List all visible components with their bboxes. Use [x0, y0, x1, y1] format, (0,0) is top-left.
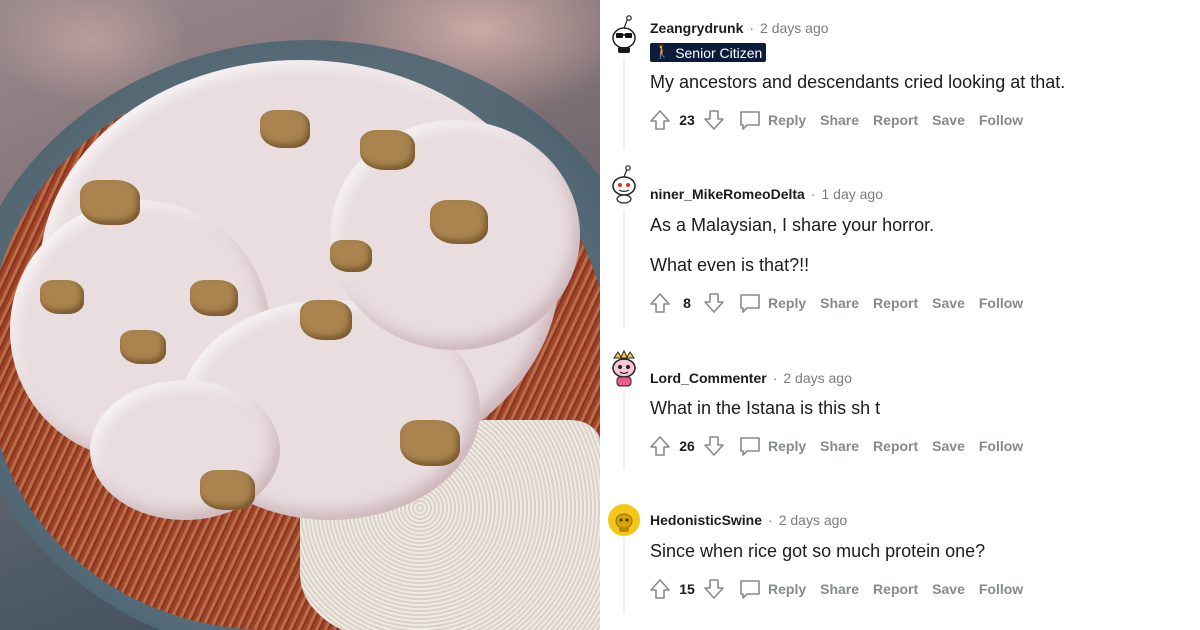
- thread-line[interactable]: [623, 538, 625, 614]
- thread-line[interactable]: [623, 210, 625, 328]
- upvote-icon[interactable]: [648, 291, 672, 315]
- comment: HedonisticSwine · 2 days ago Since when …: [600, 490, 1200, 630]
- comment-body: My ancestors and descendants cried looki…: [650, 72, 1066, 92]
- meat-chunk: [40, 280, 84, 314]
- reply-button[interactable]: Reply: [768, 295, 806, 311]
- report-button[interactable]: Report: [873, 112, 918, 128]
- comment-username[interactable]: HedonisticSwine: [650, 512, 762, 528]
- save-button[interactable]: Save: [932, 112, 965, 128]
- downvote-icon[interactable]: [702, 434, 726, 458]
- comment-username[interactable]: Lord_Commenter: [650, 370, 767, 386]
- meta-separator: ·: [772, 370, 778, 386]
- report-button[interactable]: Report: [873, 438, 918, 454]
- meta-separator: ·: [749, 20, 755, 36]
- snoo-default-avatar-icon[interactable]: [608, 165, 640, 204]
- meat-chunk: [200, 470, 255, 510]
- snoo-yellow-avatar-icon[interactable]: [608, 504, 640, 536]
- snoo-pink-avatar-icon[interactable]: [608, 349, 640, 387]
- reply-button[interactable]: Reply: [768, 581, 806, 597]
- meat-chunk: [360, 130, 415, 170]
- meat-chunk: [260, 110, 310, 148]
- comment-bubble-icon[interactable]: [738, 577, 762, 601]
- thread-line[interactable]: [623, 58, 625, 150]
- upvote-icon[interactable]: [648, 577, 672, 601]
- comment-bubble-icon[interactable]: [738, 108, 762, 132]
- user-flair: 🚶 Senior Citizen: [650, 43, 767, 62]
- meat-chunk: [430, 200, 488, 244]
- meat-chunk: [300, 300, 352, 340]
- snoo-sunglasses-avatar-icon[interactable]: [608, 15, 640, 53]
- flair-label: Senior Citizen: [675, 44, 763, 61]
- share-button[interactable]: Share: [820, 581, 859, 597]
- comment: Zeangrydrunk · 2 days ago 🚶 Senior Citiz…: [600, 0, 1200, 160]
- save-button[interactable]: Save: [932, 438, 965, 454]
- upvote-icon[interactable]: [648, 108, 672, 132]
- vote-score: 23: [679, 112, 695, 128]
- follow-button[interactable]: Follow: [979, 438, 1023, 454]
- comment-bubble-icon[interactable]: [738, 291, 762, 315]
- meta-separator: ·: [810, 186, 816, 202]
- reply-button[interactable]: Reply: [768, 438, 806, 454]
- comment-body: What even is that?!!: [650, 255, 810, 275]
- walking-person-icon: 🚶: [654, 45, 671, 60]
- meat-chunk: [80, 180, 140, 225]
- share-button[interactable]: Share: [820, 295, 859, 311]
- downvote-icon[interactable]: [702, 577, 726, 601]
- share-button[interactable]: Share: [820, 438, 859, 454]
- reply-button[interactable]: Reply: [768, 112, 806, 128]
- comment-timestamp[interactable]: 1 day ago: [822, 186, 884, 202]
- thread-line[interactable]: [623, 394, 625, 470]
- downvote-icon[interactable]: [702, 108, 726, 132]
- comment-timestamp[interactable]: 2 days ago: [783, 370, 852, 386]
- report-button[interactable]: Report: [873, 581, 918, 597]
- meat-chunk: [330, 240, 372, 272]
- save-button[interactable]: Save: [932, 295, 965, 311]
- comment-bubble-icon[interactable]: [738, 434, 762, 458]
- comment-timestamp[interactable]: 2 days ago: [760, 20, 829, 36]
- comment-username[interactable]: niner_MikeRomeoDelta: [650, 186, 805, 202]
- follow-button[interactable]: Follow: [979, 581, 1023, 597]
- downvote-icon[interactable]: [702, 291, 726, 315]
- meat-chunk: [400, 420, 460, 466]
- vote-score: 15: [679, 581, 695, 597]
- vote-score: 26: [679, 438, 695, 454]
- comment-timestamp[interactable]: 2 days ago: [779, 512, 848, 528]
- meta-separator: ·: [768, 512, 773, 528]
- share-button[interactable]: Share: [820, 112, 859, 128]
- meat-chunk: [120, 330, 166, 364]
- follow-button[interactable]: Follow: [979, 295, 1023, 311]
- comment: Lord_Commenter · 2 days ago What in the …: [600, 340, 1200, 490]
- follow-button[interactable]: Follow: [979, 112, 1023, 128]
- comments-panel: Zeangrydrunk · 2 days ago 🚶 Senior Citiz…: [600, 0, 1200, 630]
- comment-username[interactable]: Zeangrydrunk: [650, 20, 743, 36]
- report-button[interactable]: Report: [873, 295, 918, 311]
- comment-body: As a Malaysian, I share your horror.: [650, 215, 935, 235]
- save-button[interactable]: Save: [932, 581, 965, 597]
- food-photo: [0, 0, 600, 630]
- vote-score: 8: [683, 295, 691, 311]
- upvote-icon[interactable]: [648, 434, 672, 458]
- comment: niner_MikeRomeoDelta · 1 day ago As a Ma…: [600, 160, 1200, 340]
- meat-chunk: [190, 280, 238, 316]
- comment-body: What in the Istana is this sh t: [650, 398, 881, 418]
- comment-body: Since when rice got so much protein one?: [650, 541, 986, 561]
